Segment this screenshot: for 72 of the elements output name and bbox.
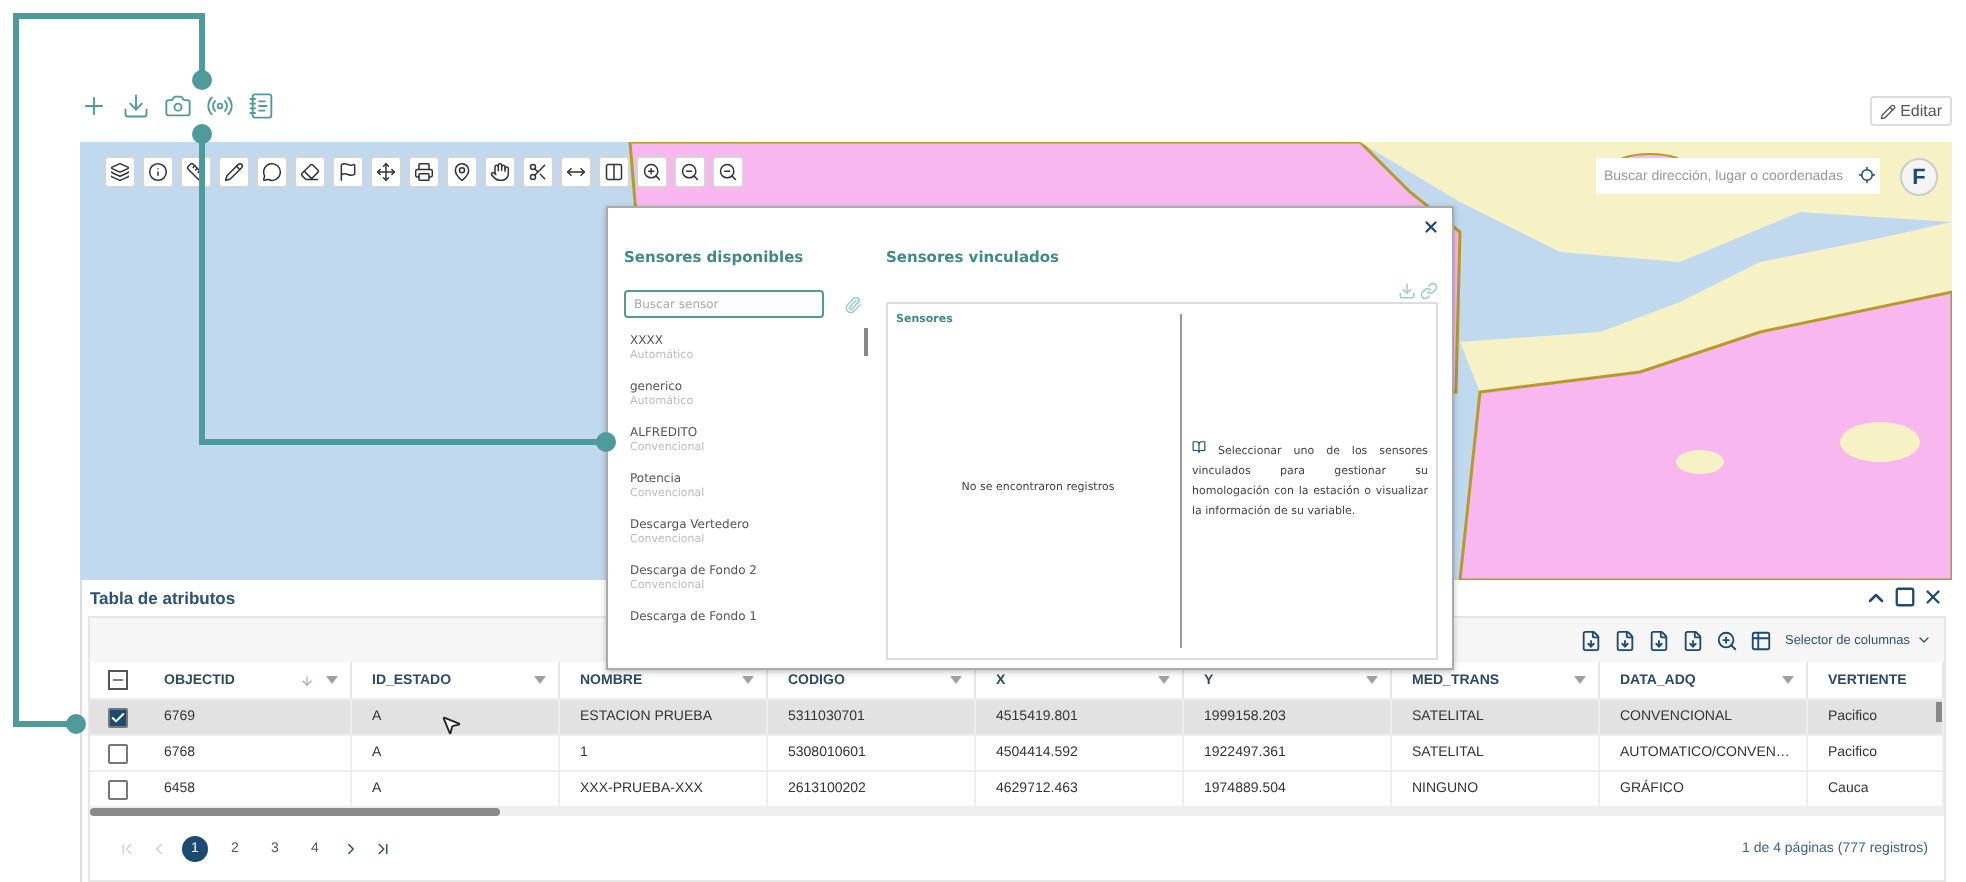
printer-icon xyxy=(414,162,434,182)
scissors-icon xyxy=(528,162,548,182)
scrollbar[interactable] xyxy=(864,328,868,356)
last-page-button[interactable] xyxy=(374,839,392,857)
layers-icon xyxy=(110,162,130,182)
scrollbar[interactable] xyxy=(90,808,500,816)
edit-button[interactable]: Editar xyxy=(1870,96,1952,126)
add-icon[interactable] xyxy=(80,92,108,120)
next-page-button[interactable] xyxy=(342,839,360,857)
map-pin-button[interactable] xyxy=(446,156,478,188)
zoom-out-icon xyxy=(680,162,700,182)
flag-button[interactable] xyxy=(332,156,364,188)
file-export-icon[interactable] xyxy=(1614,629,1637,651)
zoom-in-icon[interactable] xyxy=(1716,629,1739,651)
filter-icon[interactable] xyxy=(1158,676,1170,684)
eraser-button[interactable] xyxy=(294,156,326,188)
split-view-button[interactable] xyxy=(598,156,630,188)
row-checkbox[interactable] xyxy=(107,707,127,727)
camera-icon[interactable] xyxy=(164,92,192,120)
paperclip-icon[interactable] xyxy=(844,295,862,313)
scrollbar[interactable] xyxy=(1936,702,1942,722)
close-icon[interactable] xyxy=(1422,218,1440,236)
file-export-icon[interactable] xyxy=(1580,629,1603,651)
hand-button[interactable] xyxy=(484,156,516,188)
eraser-icon xyxy=(300,162,320,182)
select-all-checkbox[interactable] xyxy=(107,670,127,690)
file-export-icon[interactable] xyxy=(1648,629,1671,651)
row-checkbox[interactable] xyxy=(107,743,127,763)
hand-icon xyxy=(490,162,510,182)
locate-icon[interactable] xyxy=(1858,166,1876,184)
check-icon xyxy=(109,709,125,725)
chevron-icon xyxy=(150,839,168,857)
zoom-out-button[interactable] xyxy=(674,156,706,188)
zoom-in-icon xyxy=(642,162,662,182)
pencil-icon xyxy=(1880,103,1897,119)
chevron-icon xyxy=(374,839,392,857)
filter-icon[interactable] xyxy=(742,676,754,684)
filter-icon[interactable] xyxy=(1366,676,1378,684)
horizontal-arrows-button[interactable] xyxy=(560,156,592,188)
file-export-icon[interactable] xyxy=(1682,629,1705,651)
panel-title: Tabla de atributos xyxy=(90,588,236,608)
map-pin-icon xyxy=(452,162,472,182)
zoom-in-button[interactable] xyxy=(636,156,668,188)
pencil-button[interactable] xyxy=(218,156,250,188)
download-icon[interactable] xyxy=(122,92,150,120)
antenna-icon[interactable] xyxy=(206,92,234,120)
table-icon[interactable] xyxy=(1750,629,1773,651)
row-checkbox[interactable] xyxy=(107,779,127,799)
caret-icon xyxy=(1916,632,1932,648)
info-icon xyxy=(148,162,168,182)
split-view-icon xyxy=(604,162,624,182)
move-icon xyxy=(376,162,396,182)
pencil-icon xyxy=(224,162,244,182)
move-button[interactable] xyxy=(370,156,402,188)
notebook-icon[interactable] xyxy=(248,92,276,120)
horizontal-arrows-icon xyxy=(566,162,586,182)
info-button[interactable] xyxy=(142,156,174,188)
chevron-icon xyxy=(342,839,360,857)
zoom-out-icon xyxy=(718,162,738,182)
printer-button[interactable] xyxy=(408,156,440,188)
close-icon[interactable] xyxy=(1922,586,1944,610)
speech-bubble-icon xyxy=(262,162,282,182)
speech-bubble-button[interactable] xyxy=(256,156,288,188)
flag-icon xyxy=(338,162,358,182)
chevron-icon xyxy=(118,839,136,857)
maximize-icon[interactable] xyxy=(1894,586,1916,610)
book-icon xyxy=(1192,440,1206,454)
layers-button[interactable] xyxy=(104,156,136,188)
filter-icon[interactable] xyxy=(950,676,962,684)
mouse-pointer-icon xyxy=(440,714,462,736)
zoom-out-button[interactable] xyxy=(712,156,744,188)
scissors-button[interactable] xyxy=(522,156,554,188)
